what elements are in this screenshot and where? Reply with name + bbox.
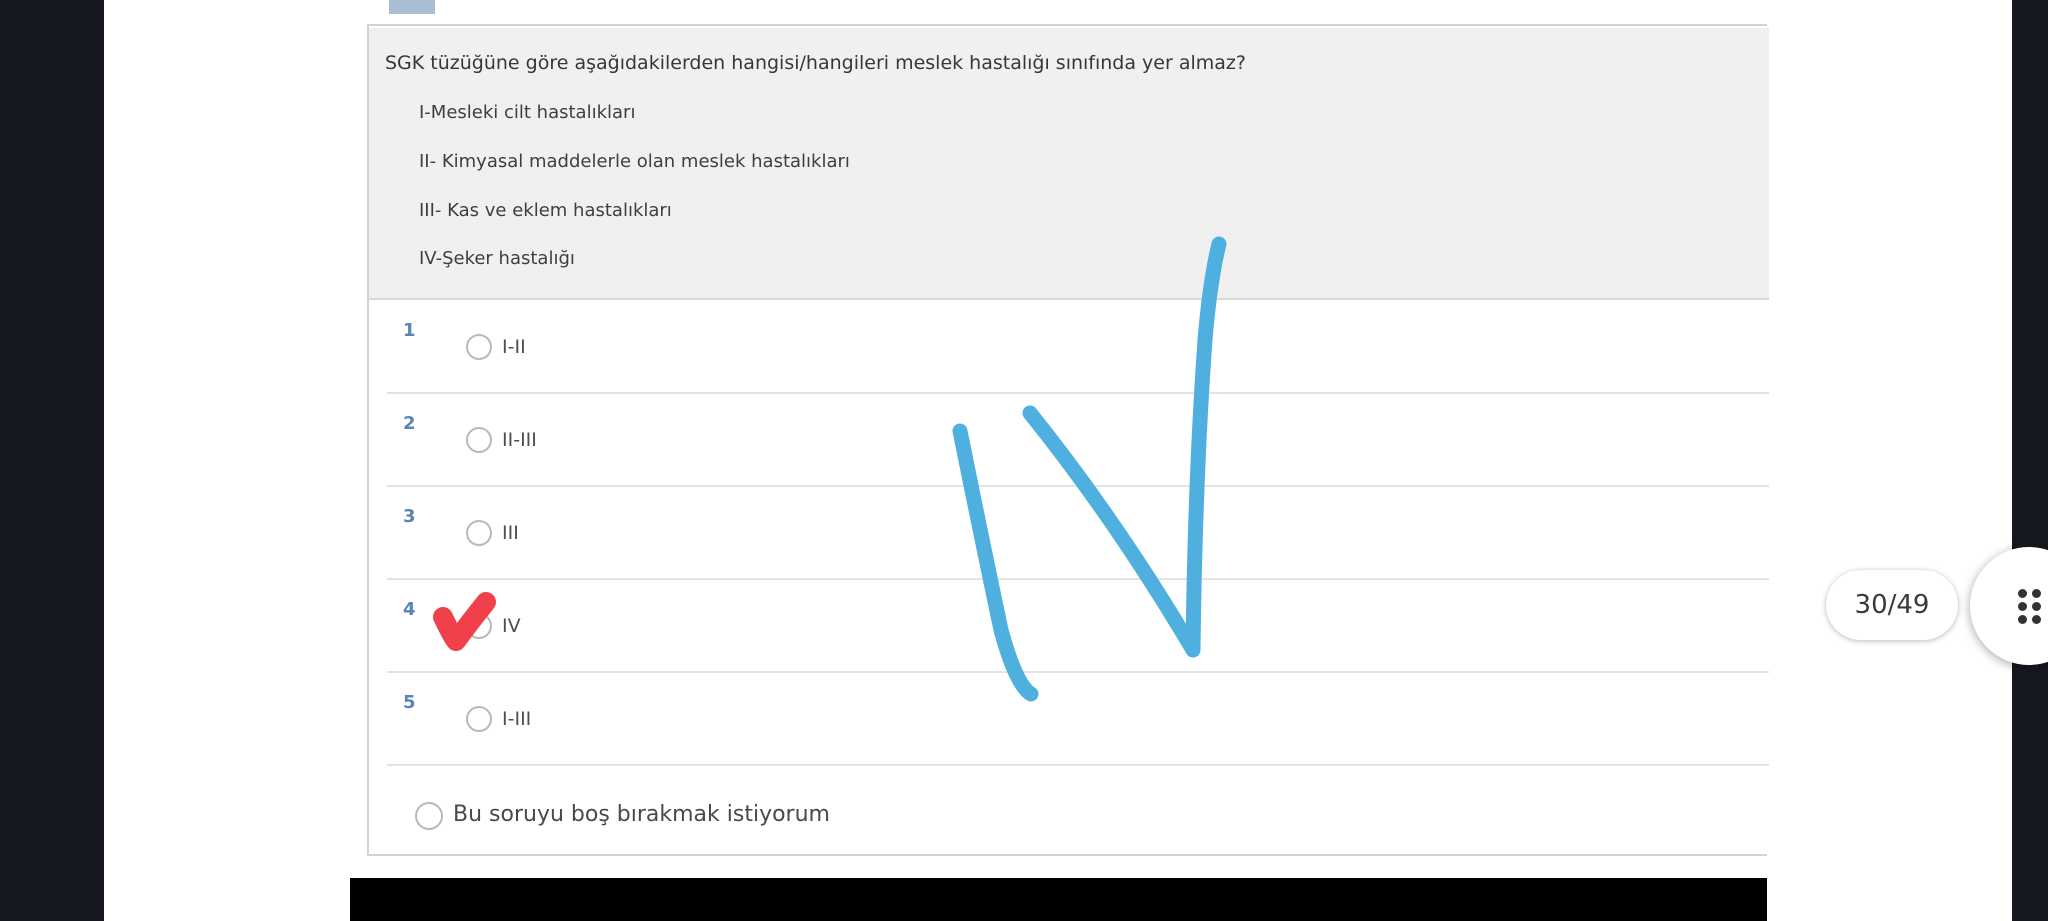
- option-label: III: [502, 522, 519, 544]
- question-number-tab: [389, 0, 435, 14]
- option-number: 5: [403, 692, 416, 713]
- question-text: SGK tüzüğüne göre aşağıdakilerden hangis…: [385, 52, 1246, 74]
- option-number: 2: [403, 413, 416, 434]
- bottom-black-bar: [350, 878, 1767, 921]
- option-number: 1: [403, 320, 416, 341]
- skip-question-option[interactable]: Bu soruyu boş bırakmak istiyorum: [415, 798, 1015, 832]
- option-label: IV: [502, 615, 521, 637]
- option-row-5[interactable]: 5 I-III: [387, 674, 1769, 766]
- option-label: I-II: [502, 336, 526, 358]
- quiz-card: SGK tüzüğüne göre aşağıdakilerden hangis…: [367, 24, 1769, 856]
- option-row-1[interactable]: 1 I-II: [387, 302, 1769, 394]
- statement-4: IV-Şeker hastalığı: [419, 248, 575, 269]
- skip-label: Bu soruyu boş bırakmak istiyorum: [453, 802, 830, 827]
- option-radio[interactable]: [466, 613, 492, 639]
- option-label: I-III: [502, 708, 532, 730]
- statement-1: I-Mesleki cilt hastalıkları: [419, 102, 636, 123]
- option-radio[interactable]: [466, 334, 492, 360]
- statement-2: II- Kimyasal maddelerle olan meslek hast…: [419, 151, 850, 172]
- page-counter: 30/49: [1826, 570, 1958, 640]
- option-number: 3: [403, 506, 416, 527]
- option-row-3[interactable]: 3 III: [387, 488, 1769, 580]
- option-radio[interactable]: [466, 706, 492, 732]
- grid-dots-icon: [2018, 589, 2044, 625]
- option-label: II-III: [502, 429, 537, 451]
- option-row-2[interactable]: 2 II-III: [387, 395, 1769, 487]
- option-radio[interactable]: [466, 427, 492, 453]
- option-radio[interactable]: [466, 520, 492, 546]
- option-row-4[interactable]: 4 IV: [387, 581, 1769, 673]
- question-box: SGK tüzüğüne göre aşağıdakilerden hangis…: [369, 28, 1769, 300]
- statement-3: III- Kas ve eklem hastalıkları: [419, 200, 672, 221]
- skip-radio[interactable]: [415, 802, 443, 830]
- option-number: 4: [403, 599, 416, 620]
